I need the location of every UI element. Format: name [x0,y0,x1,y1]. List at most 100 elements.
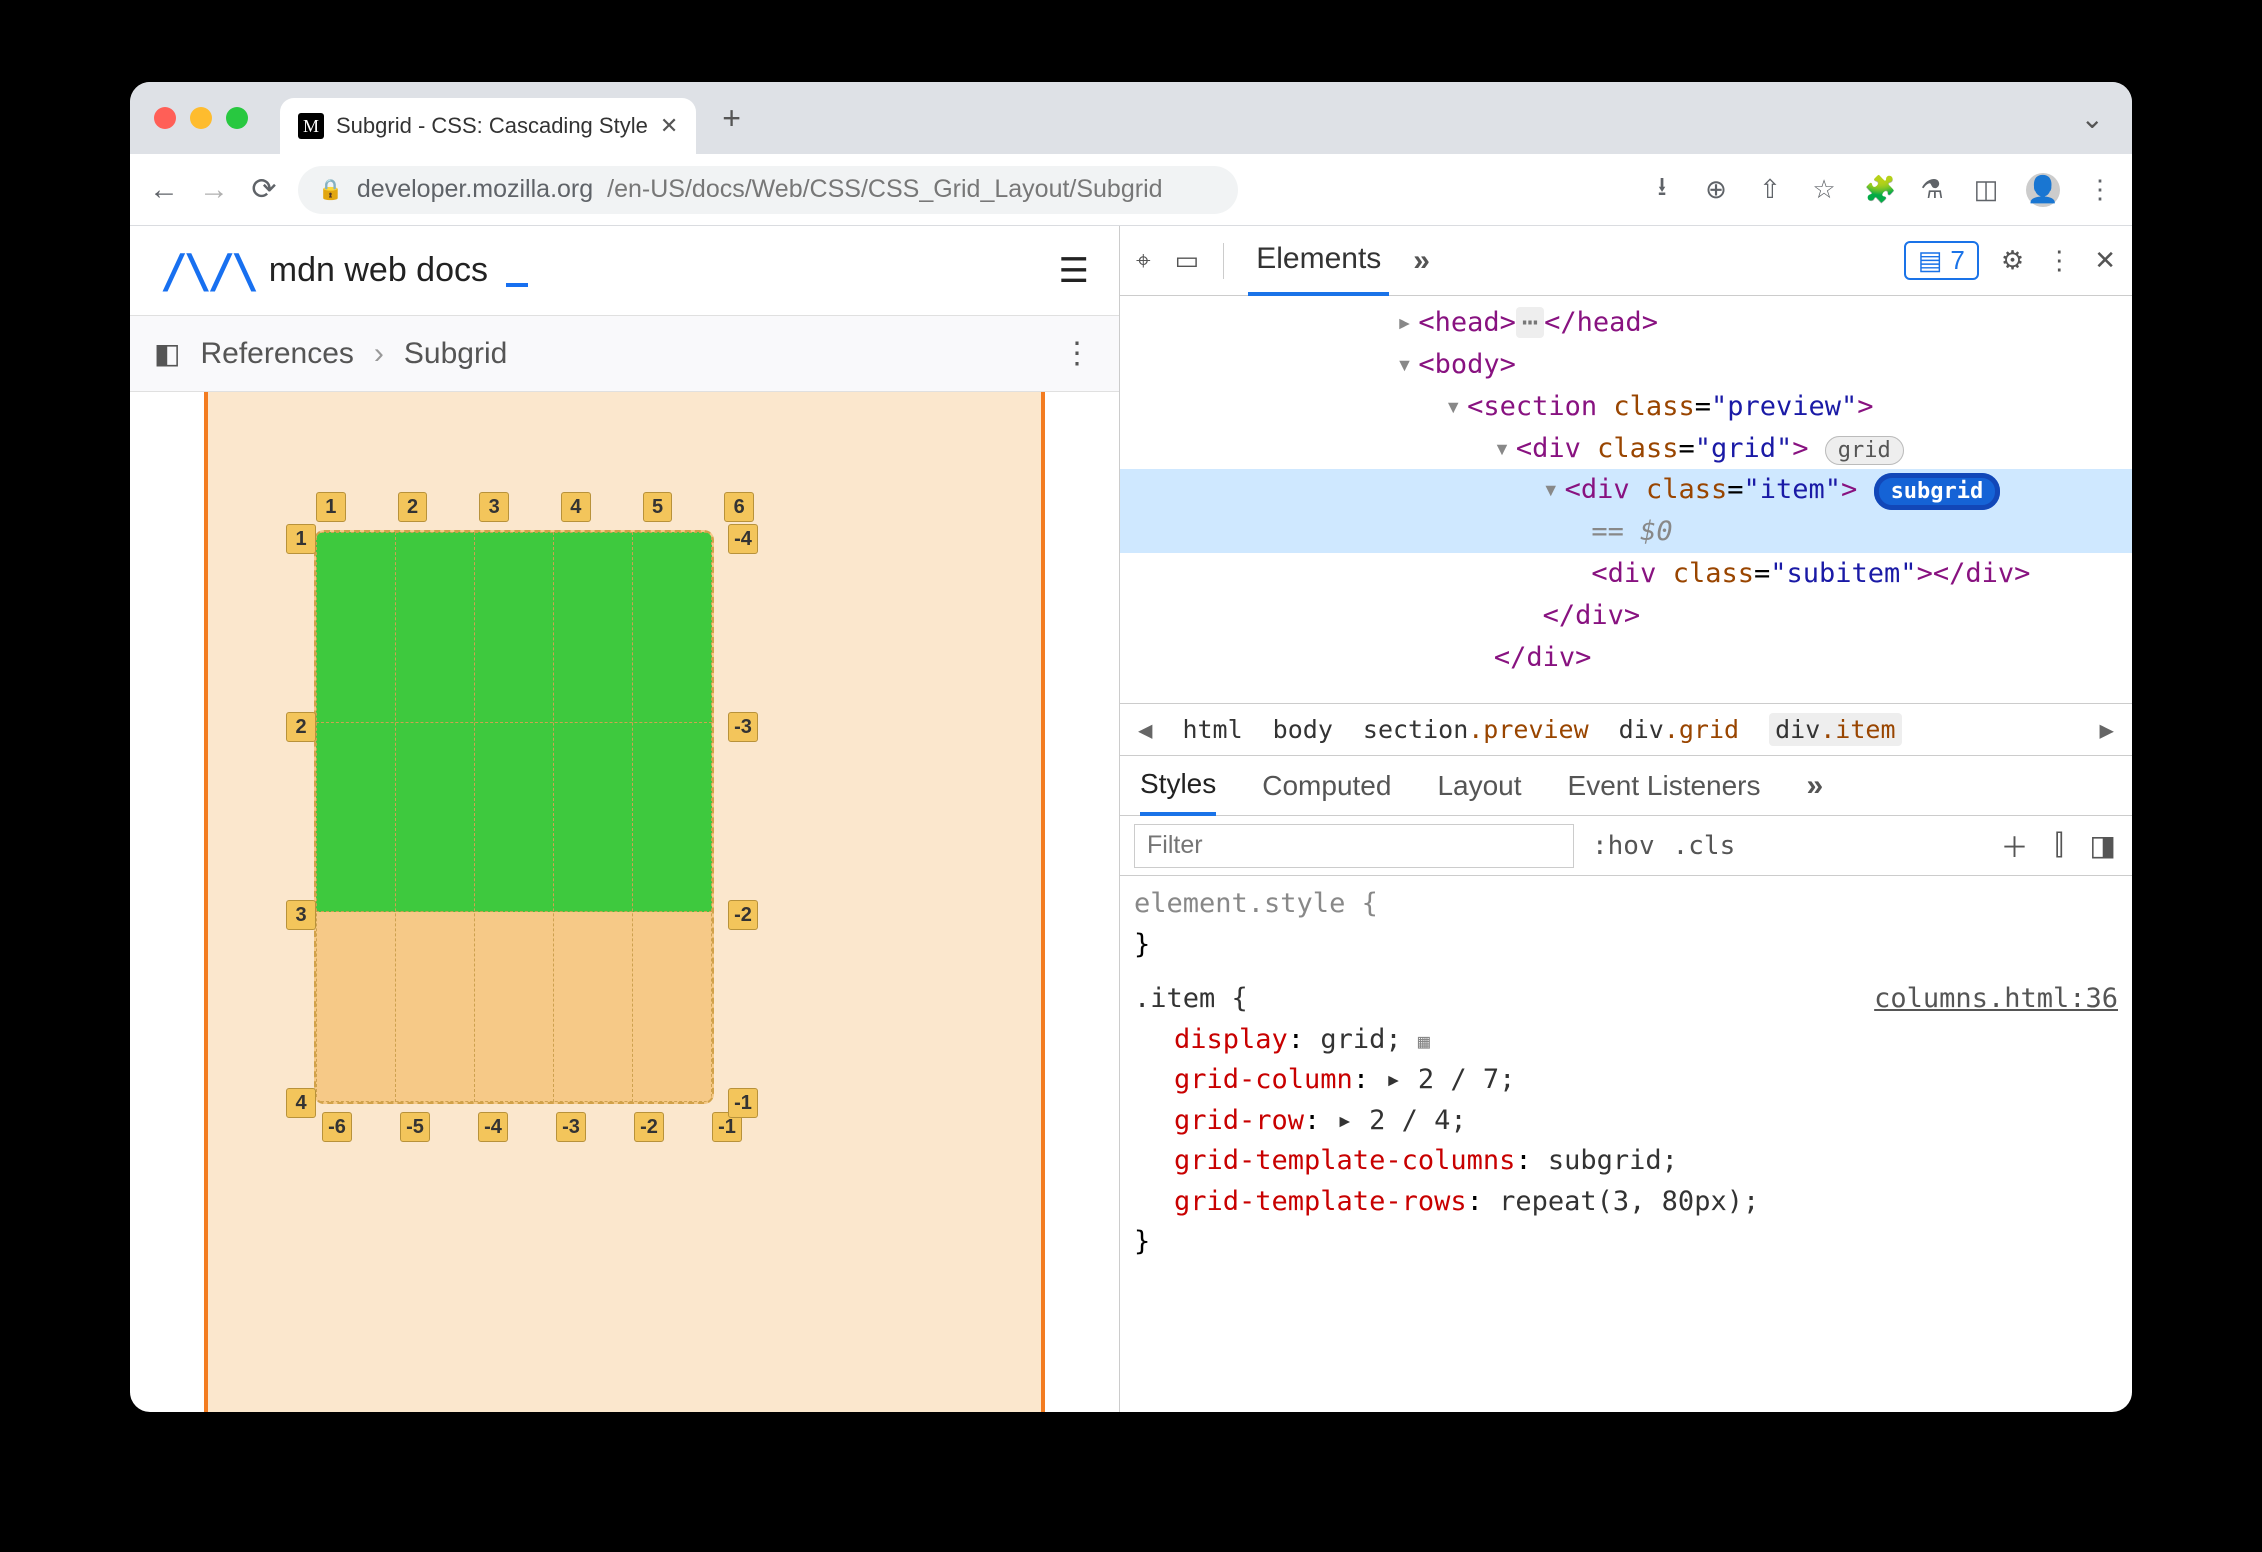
back-button[interactable]: ← [148,173,180,207]
extensions-icon[interactable]: 🧩 [1864,174,1892,205]
mdn-logo[interactable]: /\/\ mdn web docs [160,244,528,298]
breadcrumb-root[interactable]: References [200,337,353,371]
styles-panel[interactable]: element.style { } .item { columns.html:3… [1120,876,2132,1412]
css-prop[interactable]: grid-template-columns [1174,1145,1515,1176]
browser-tab[interactable]: M Subgrid - CSS: Cascading Style ✕ [280,98,696,154]
more-tabs-icon[interactable]: » [1413,244,1430,278]
styles-toolbar: :hov .cls ＋ ⫿ ◨ [1120,816,2132,876]
minimize-window-button[interactable] [190,107,212,129]
favicon: M [298,113,324,139]
subgrid-badge[interactable]: subgrid [1874,473,2001,510]
more-style-tabs-icon[interactable]: » [1807,769,1824,803]
css-prop[interactable]: display [1174,1024,1288,1055]
grid-icon[interactable]: ▦ [1418,1029,1430,1053]
url-input[interactable]: 🔒 developer.mozilla.org/en-US/docs/Web/C… [298,166,1238,214]
new-rule-icon[interactable]: ＋ [2001,826,2029,866]
computed-toggle-icon[interactable]: ⫿ [2055,829,2064,862]
install-icon[interactable]: ⭳ [1648,168,1676,212]
inspect-icon[interactable]: ⌖ [1136,245,1151,277]
css-val[interactable]: ▸ 2 / 7; [1385,1064,1515,1095]
css-val[interactable]: grid; [1320,1024,1401,1055]
menu-icon[interactable]: ⋮ [2086,174,2114,205]
styles-filter-input[interactable] [1134,824,1574,868]
grid-line-label: -2 [728,900,758,930]
grid-line-label: -6 [322,1112,352,1142]
maximize-window-button[interactable] [226,107,248,129]
bookmark-icon[interactable]: ☆ [1810,174,1838,205]
sidepanel-icon[interactable]: ◫ [1972,174,2000,205]
issues-badge[interactable]: ▤ 7 [1904,241,1979,280]
mdn-mark-icon: /\/\ [160,244,255,298]
crumb-item[interactable]: div.item [1769,713,1901,746]
css-val[interactable]: repeat(3, 80px); [1499,1186,1759,1217]
grid-overlay: 1 2 3 4 5 6 [314,492,754,1142]
device-toolbar-icon[interactable]: ▭ [1175,245,1200,276]
tab-computed[interactable]: Computed [1262,770,1391,802]
cls-toggle[interactable]: .cls [1673,831,1736,861]
hov-toggle[interactable]: :hov [1592,831,1655,861]
css-prop[interactable]: grid-template-rows [1174,1186,1467,1217]
close-window-button[interactable] [154,107,176,129]
element-style-selector: element.style { [1134,888,1378,919]
new-tab-button[interactable]: + [722,100,741,137]
labs-icon[interactable]: ⚗ [1918,174,1946,205]
grid-labels-right: -4 -3 -2 -1 [728,524,758,1118]
grid-line-label: 4 [561,492,591,522]
breadcrumb-current: Subgrid [404,337,507,371]
share-icon[interactable]: ⇧ [1756,174,1784,205]
page-content: /\/\ mdn web docs ☰ ◧ References › Subgr… [130,226,1120,1412]
sidebar-toggle-icon[interactable]: ◧ [154,337,180,370]
grid-line-label: 5 [643,492,673,522]
tab-layout[interactable]: Layout [1437,770,1521,802]
grid-line-label: 1 [316,492,346,522]
example-frame: 1 2 3 4 5 6 [204,392,1045,1412]
grid-badge[interactable]: grid [1825,436,1904,465]
tab-styles[interactable]: Styles [1140,756,1216,816]
forward-button[interactable]: → [198,173,230,207]
crumb-grid[interactable]: div.grid [1619,715,1739,744]
sidebar-toggle-icon[interactable]: ◨ [2090,829,2116,862]
devtools-tabs: ⌖ ▭ Elements » ▤ 7 ⚙ ⋮ ✕ [1120,226,2132,296]
devtools: ⌖ ▭ Elements » ▤ 7 ⚙ ⋮ ✕ ▸<head>⋯ [1120,226,2132,1412]
close-devtools-icon[interactable]: ✕ [2094,245,2116,276]
css-val[interactable]: ▸ 2 / 4; [1337,1105,1467,1136]
window-controls [154,107,248,129]
gear-icon[interactable]: ⚙ [2001,245,2024,276]
profile-avatar[interactable]: 👤 [2026,173,2060,207]
browser-window: M Subgrid - CSS: Cascading Style ✕ + ⌄ ←… [130,82,2132,1412]
tab-event-listeners[interactable]: Event Listeners [1568,770,1761,802]
tabs-menu-icon[interactable]: ⌄ [2081,102,2104,135]
reload-button[interactable]: ⟳ [248,172,280,207]
hamburger-menu-icon[interactable]: ☰ [1059,251,1089,291]
address-bar: ← → ⟳ 🔒 developer.mozilla.org/en-US/docs… [130,154,2132,226]
brace-close: } [1134,925,2118,966]
issues-count: 7 [1950,245,1964,276]
grid-line-label: -4 [478,1112,508,1142]
css-val[interactable]: subgrid; [1548,1145,1678,1176]
dom-tree[interactable]: ▸<head>⋯</head> ▾<body> ▾<section class=… [1120,296,2132,704]
grid-labels-left: 1 2 3 4 [286,524,316,1118]
grid-line-label: -3 [728,712,758,742]
crumb-section[interactable]: section.preview [1363,715,1589,744]
grid-line-label: 3 [286,900,316,930]
grid-line-label: 4 [286,1088,316,1118]
styles-tabs: Styles Computed Layout Event Listeners » [1120,756,2132,816]
grid-labels-bottom: -6 -5 -4 -3 -2 -1 [322,1112,754,1142]
tab-elements[interactable]: Elements [1248,226,1389,296]
zoom-icon[interactable]: ⊕ [1702,174,1730,205]
grid-item [314,530,714,1104]
kebab-icon[interactable]: ⋮ [2046,245,2072,276]
article-actions-icon[interactable]: ⋮ [1062,336,1095,371]
grid-line-label: 3 [479,492,509,522]
crumb-body[interactable]: body [1273,715,1333,744]
source-link[interactable]: columns.html:36 [1874,979,2118,1020]
crumb-left-icon[interactable]: ◀ [1138,716,1152,744]
grid-line-label: 2 [398,492,428,522]
mdn-header: /\/\ mdn web docs ☰ [130,226,1119,316]
dom-breadcrumbs: ◀ html body section.preview div.grid div… [1120,704,2132,756]
close-tab-icon[interactable]: ✕ [660,113,678,139]
crumb-html[interactable]: html [1182,715,1242,744]
css-prop[interactable]: grid-column [1174,1064,1353,1095]
crumb-right-icon[interactable]: ▶ [2100,716,2114,744]
css-prop[interactable]: grid-row [1174,1105,1304,1136]
